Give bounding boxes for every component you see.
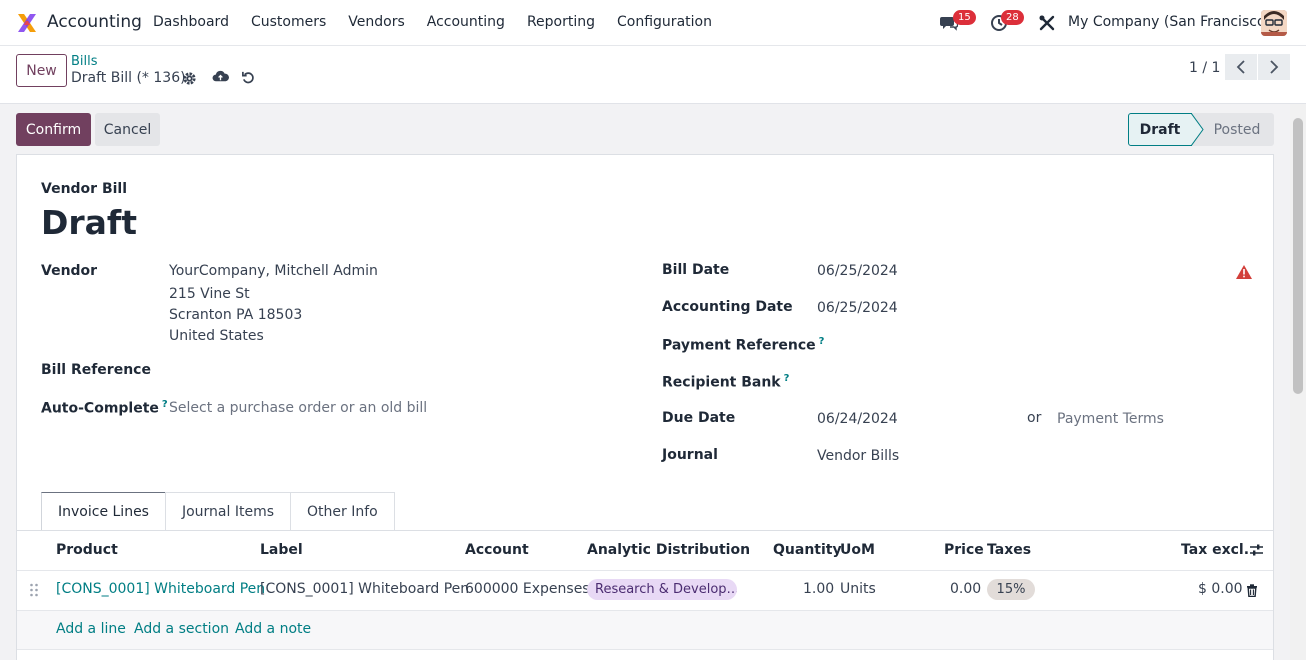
col-price[interactable]: Price bbox=[944, 542, 984, 558]
col-taxes[interactable]: Taxes bbox=[987, 542, 1031, 558]
col-analytic[interactable]: Analytic Distribution bbox=[587, 542, 750, 558]
vendor-street: 215 Vine St bbox=[169, 286, 250, 302]
row-price[interactable]: 0.00 bbox=[950, 581, 981, 597]
control-panel: New Bills Draft Bill (* 136) 1 / 1 bbox=[0, 46, 1306, 104]
breadcrumb-bills[interactable]: Bills bbox=[71, 54, 98, 69]
pager-next-button[interactable] bbox=[1258, 54, 1290, 80]
recipient-bank-label-wrap: Recipient Bank? bbox=[662, 373, 789, 391]
save-cloud-icon[interactable] bbox=[212, 69, 229, 84]
journal-label: Journal bbox=[662, 447, 718, 463]
record-name: Draft bbox=[41, 203, 138, 242]
user-avatar[interactable] bbox=[1261, 10, 1287, 36]
bill-reference-label: Bill Reference bbox=[41, 362, 151, 378]
menu-dashboard[interactable]: Dashboard bbox=[153, 14, 229, 30]
add-section-link[interactable]: Add a section bbox=[134, 621, 229, 637]
top-navbar: Accounting Dashboard Customers Vendors A… bbox=[0, 0, 1306, 46]
auto-complete-label: Auto-Complete bbox=[41, 400, 159, 417]
menu-accounting[interactable]: Accounting bbox=[427, 14, 505, 30]
chevron-right-icon bbox=[1270, 60, 1279, 74]
optional-columns-icon[interactable] bbox=[1249, 543, 1264, 557]
scrollbar-thumb[interactable] bbox=[1293, 118, 1303, 394]
recipient-bank-input[interactable] bbox=[817, 370, 1257, 394]
payment-reference-label: Payment Reference bbox=[662, 337, 816, 354]
row-subtotal: $ 0.00 bbox=[1198, 581, 1243, 597]
journal-input[interactable]: Vendor Bills bbox=[817, 448, 899, 464]
main-menu: Dashboard Customers Vendors Accounting R… bbox=[153, 14, 734, 30]
tab-journal-items[interactable]: Journal Items bbox=[164, 492, 292, 531]
company-switcher[interactable]: My Company (San Francisco) bbox=[1068, 14, 1271, 30]
col-quantity[interactable]: Quantity bbox=[773, 542, 842, 558]
pager-value[interactable]: 1 / 1 bbox=[1189, 60, 1220, 76]
row-account[interactable]: 600000 Expenses bbox=[465, 581, 590, 597]
user-avatar-image bbox=[1261, 10, 1287, 36]
debug-tools-icon[interactable] bbox=[1038, 14, 1056, 32]
due-date-input[interactable]: 06/24/2024 bbox=[817, 411, 898, 427]
help-icon[interactable]: ? bbox=[784, 373, 790, 384]
stage-arrow bbox=[1191, 113, 1204, 146]
confirm-button[interactable]: Confirm bbox=[16, 113, 91, 146]
row-quantity[interactable]: 1.00 bbox=[803, 581, 834, 597]
col-uom[interactable]: UoM bbox=[840, 542, 875, 558]
due-date-label: Due Date bbox=[662, 410, 736, 426]
vendor-name[interactable]: YourCompany, Mitchell Admin bbox=[169, 263, 378, 279]
bill-reference-input[interactable] bbox=[169, 358, 589, 382]
col-label[interactable]: Label bbox=[260, 542, 303, 558]
row-tax-tag[interactable]: 15% bbox=[987, 579, 1035, 600]
stage-draft[interactable]: Draft bbox=[1128, 113, 1192, 146]
vendor-city: Scranton PA 18503 bbox=[169, 307, 303, 323]
form-sheet: Vendor Bill Draft Vendor YourCompany, Mi… bbox=[16, 154, 1274, 660]
col-product[interactable]: Product bbox=[56, 542, 118, 558]
chevron-left-icon bbox=[1236, 60, 1245, 74]
auto-complete-input[interactable]: Select a purchase order or an old bill bbox=[169, 400, 427, 416]
tabs-divider bbox=[17, 530, 1273, 531]
discard-undo-icon[interactable] bbox=[241, 70, 256, 85]
activities-badge: 28 bbox=[1001, 10, 1024, 25]
gear-icon[interactable] bbox=[182, 71, 197, 86]
notebook-tabs: Invoice Lines Journal Items Other Info bbox=[41, 492, 395, 531]
accounting-app-icon[interactable] bbox=[16, 12, 38, 34]
accounting-date-label: Accounting Date bbox=[662, 299, 793, 315]
add-line-link[interactable]: Add a line bbox=[56, 621, 126, 637]
menu-customers[interactable]: Customers bbox=[251, 14, 326, 30]
row-analytic-tag[interactable]: Research & Develop… bbox=[587, 579, 737, 600]
trash-icon[interactable] bbox=[1246, 584, 1258, 597]
menu-reporting[interactable]: Reporting bbox=[527, 14, 595, 30]
col-subtotal[interactable]: Tax excl. bbox=[1181, 542, 1249, 558]
row-product[interactable]: [CONS_0001] Whiteboard Pen bbox=[56, 581, 265, 597]
new-button[interactable]: New bbox=[16, 54, 67, 87]
add-note-link[interactable]: Add a note bbox=[235, 621, 311, 637]
col-account[interactable]: Account bbox=[465, 542, 529, 558]
recipient-bank-label: Recipient Bank bbox=[662, 374, 781, 391]
warning-icon[interactable] bbox=[1236, 265, 1252, 279]
vendor-country: United States bbox=[169, 328, 264, 344]
payment-reference-input[interactable] bbox=[817, 333, 1257, 357]
pager-previous-button[interactable] bbox=[1225, 54, 1257, 80]
auto-complete-label-wrap: Auto-Complete? bbox=[41, 399, 168, 417]
payment-terms-input[interactable]: Payment Terms bbox=[1057, 411, 1164, 427]
app-name[interactable]: Accounting bbox=[47, 12, 142, 32]
messages-badge: 15 bbox=[953, 10, 976, 25]
menu-vendors[interactable]: Vendors bbox=[348, 14, 404, 30]
due-date-or-label: or bbox=[1027, 410, 1042, 426]
form-statusbar: Confirm Cancel Draft Posted bbox=[0, 104, 1290, 154]
vendor-label: Vendor bbox=[41, 263, 98, 279]
row-uom[interactable]: Units bbox=[840, 581, 876, 597]
footer-divider bbox=[17, 649, 1273, 650]
move-type-label: Vendor Bill bbox=[41, 181, 128, 197]
drag-handle-icon[interactable] bbox=[29, 583, 39, 597]
payment-reference-label-wrap: Payment Reference? bbox=[662, 336, 824, 354]
breadcrumb-current: Draft Bill (* 136) bbox=[71, 70, 186, 86]
tab-other-info[interactable]: Other Info bbox=[290, 492, 395, 531]
row-label[interactable]: [CONS_0001] Whiteboard Pen bbox=[260, 581, 469, 597]
cancel-button[interactable]: Cancel bbox=[95, 113, 160, 146]
bill-date-label: Bill Date bbox=[662, 262, 730, 278]
accounting-date-input[interactable]: 06/25/2024 bbox=[817, 300, 898, 316]
bill-date-input[interactable]: 06/25/2024 bbox=[817, 263, 898, 279]
menu-configuration[interactable]: Configuration bbox=[617, 14, 712, 30]
tab-invoice-lines[interactable]: Invoice Lines bbox=[41, 492, 166, 531]
help-icon[interactable]: ? bbox=[162, 399, 168, 410]
